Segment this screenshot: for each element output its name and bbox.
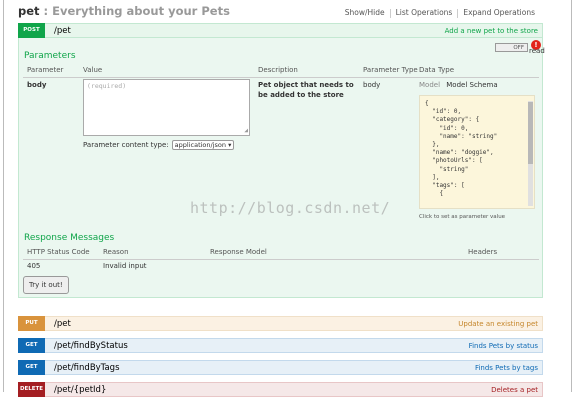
status-code: 405 xyxy=(27,262,41,270)
operation-summary[interactable]: Update an existing pet xyxy=(458,319,538,330)
operation-summary[interactable]: Add a new pet to the store xyxy=(445,26,538,37)
param-type: body xyxy=(363,81,381,89)
responses-table-header: HTTP Status Code Reason Response Model H… xyxy=(23,247,539,260)
read-label: read xyxy=(529,47,545,55)
col-parameter: Parameter xyxy=(27,66,64,74)
method-badge[interactable]: GET xyxy=(18,338,45,353)
operation-path[interactable]: /pet xyxy=(54,25,71,37)
resize-grip-icon[interactable]: ◢ xyxy=(244,127,248,134)
textarea-placeholder: (required) xyxy=(87,82,127,90)
content-type-row: Parameter content type: application/json … xyxy=(83,140,235,150)
param-description: Pet object that needs to be added to the… xyxy=(258,81,354,99)
content-type-select[interactable]: application/json ▾ xyxy=(171,140,235,150)
resource-description: Everything about your Pets xyxy=(52,4,230,18)
parameters-heading: Parameters xyxy=(24,51,76,61)
method-badge[interactable]: GET xyxy=(18,360,45,375)
param-name: body xyxy=(27,81,47,89)
data-type-tabs: Model Model Schema xyxy=(419,81,502,89)
reason: Invalid input xyxy=(103,262,147,270)
resource-name[interactable]: pet xyxy=(18,4,40,18)
try-it-out-button[interactable]: Try it out! xyxy=(23,276,69,294)
resource-title[interactable]: pet : Everything about your Pets xyxy=(18,4,230,18)
method-badge[interactable]: PUT xyxy=(18,316,45,331)
tab-model[interactable]: Model xyxy=(419,81,440,89)
auth-toggle[interactable]: OFF xyxy=(495,43,528,52)
col-status-code: HTTP Status Code xyxy=(27,248,90,256)
col-data-type: Data Type xyxy=(419,66,455,74)
title-separator: : xyxy=(39,4,53,18)
operation-path[interactable]: /pet/findByTags xyxy=(54,362,120,374)
col-description: Description xyxy=(258,66,298,74)
operation-summary[interactable]: Finds Pets by status xyxy=(469,341,538,352)
operation-content: Parameters OFF ! read Parameter Value De… xyxy=(18,38,545,298)
expand-operations-link[interactable]: Expand Operations xyxy=(458,8,540,18)
resource-links: Show/Hide List Operations Expand Operati… xyxy=(340,8,540,18)
col-response-model: Response Model xyxy=(210,248,267,256)
schema-scrollbar[interactable] xyxy=(528,101,533,206)
operation-path[interactable]: /pet/{petId} xyxy=(54,384,106,396)
operation-get-find-by-tags[interactable]: GET /pet/findByTags Finds Pets by tags xyxy=(18,360,543,375)
operation-post-pet[interactable]: POST /pet Add a new pet to the store xyxy=(18,23,543,38)
scrollbar-thumb[interactable] xyxy=(528,102,533,164)
col-parameter-type: Parameter Type xyxy=(363,66,418,74)
watermark: http://blog.csdn.net/ xyxy=(190,199,391,217)
tab-model-schema[interactable]: Model Schema xyxy=(446,81,497,89)
col-reason: Reason xyxy=(103,248,129,256)
operation-put-pet[interactable]: PUT /pet Update an existing pet xyxy=(18,316,543,331)
col-value: Value xyxy=(83,66,103,74)
operation-delete-pet[interactable]: DELETE /pet/{petId} Deletes a pet xyxy=(18,382,543,397)
method-badge[interactable]: POST xyxy=(18,23,45,38)
response-messages-heading: Response Messages xyxy=(24,233,115,243)
parameters-table-header: Parameter Value Description Parameter Ty… xyxy=(23,65,539,78)
model-schema-json[interactable]: { "id": 0, "category": { "id": 0, "name"… xyxy=(420,96,534,198)
operation-summary[interactable]: Finds Pets by tags xyxy=(475,363,538,374)
col-headers: Headers xyxy=(468,248,498,256)
resource-header: pet : Everything about your Pets Show/Hi… xyxy=(18,4,548,20)
operation-get-find-by-status[interactable]: GET /pet/findByStatus Finds Pets by stat… xyxy=(18,338,543,353)
click-hint: Click to set as parameter value xyxy=(419,214,506,220)
body-textarea[interactable]: (required) ◢ xyxy=(83,79,250,136)
show-hide-link[interactable]: Show/Hide xyxy=(340,8,390,18)
content-type-label: Parameter content type: xyxy=(83,141,169,149)
method-badge[interactable]: DELETE xyxy=(18,382,45,397)
operation-summary[interactable]: Deletes a pet xyxy=(491,385,538,396)
operation-path[interactable]: /pet xyxy=(54,318,71,330)
operation-path[interactable]: /pet/findByStatus xyxy=(54,340,128,352)
model-schema-box[interactable]: { "id": 0, "category": { "id": 0, "name"… xyxy=(419,95,535,209)
list-operations-link[interactable]: List Operations xyxy=(391,8,458,18)
